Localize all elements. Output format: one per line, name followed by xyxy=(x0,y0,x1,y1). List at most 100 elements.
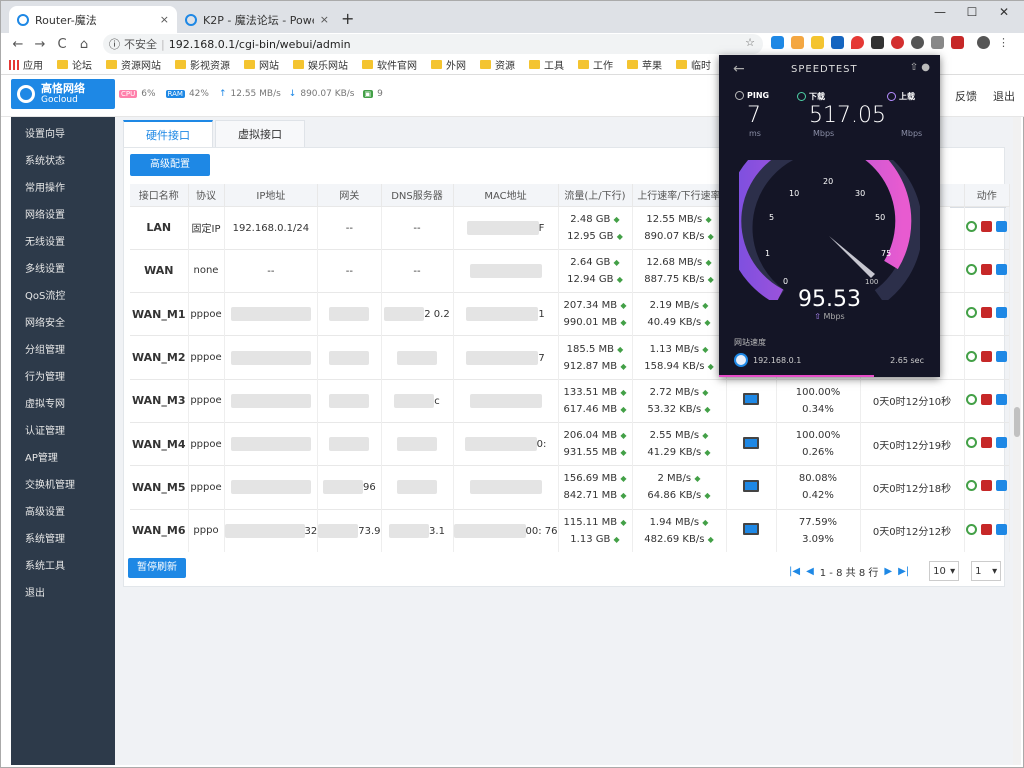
col-mac[interactable]: MAC地址 xyxy=(453,184,559,206)
bookmark-folder[interactable]: 工作 xyxy=(578,57,613,72)
v-extension-icon[interactable] xyxy=(831,36,844,49)
sidebar-item-setup-wizard[interactable]: 设置向导 xyxy=(11,121,115,148)
disconnect-icon[interactable] xyxy=(981,480,993,492)
disconnect-icon[interactable] xyxy=(981,307,993,319)
sidebar-item-security[interactable]: 网络安全 xyxy=(11,310,115,337)
col-protocol[interactable]: 协议 xyxy=(188,184,225,206)
edit-icon[interactable] xyxy=(996,523,1008,535)
monitor-icon[interactable] xyxy=(743,436,759,449)
page-size-select[interactable]: 10 ▾ xyxy=(929,561,960,581)
col-rate[interactable]: 上行速率/下行速率 xyxy=(632,184,727,206)
bookmark-folder[interactable]: 工具 xyxy=(529,57,564,72)
bookmark-folder[interactable]: 临时 xyxy=(676,57,711,72)
bookmark-folder[interactable]: 资源 xyxy=(480,57,515,72)
extension-icon[interactable] xyxy=(931,36,944,49)
tab-close-icon[interactable]: × xyxy=(160,13,169,26)
page-scrollbar[interactable] xyxy=(1013,117,1021,765)
refresh-icon[interactable] xyxy=(966,307,978,319)
advanced-config-button[interactable]: 高级配置 xyxy=(130,154,210,176)
tab-router[interactable]: Router-魔法 × xyxy=(9,6,177,33)
bookmark-folder[interactable]: 外网 xyxy=(431,57,466,72)
sidebar-item-network[interactable]: 网络设置 xyxy=(11,202,115,229)
back-button[interactable]: ← xyxy=(7,37,29,52)
disconnect-icon[interactable] xyxy=(981,350,993,362)
new-tab-button[interactable]: + xyxy=(341,9,354,28)
refresh-icon[interactable] xyxy=(966,263,978,275)
bookmark-folder[interactable]: 苹果 xyxy=(627,57,662,72)
refresh-icon[interactable] xyxy=(966,350,978,362)
maximize-button[interactable]: ☐ xyxy=(957,5,987,19)
disconnect-icon[interactable] xyxy=(981,437,993,449)
info-icon[interactable]: ⓘ xyxy=(109,36,120,52)
bookmark-apps[interactable]: 应用 xyxy=(9,57,43,72)
tab-close-icon[interactable]: × xyxy=(320,13,329,26)
tab-hardware-interface[interactable]: 硬件接口 xyxy=(123,120,213,148)
next-page-icon[interactable]: ▶ xyxy=(884,566,892,577)
sidebar-item-behavior[interactable]: 行为管理 xyxy=(11,364,115,391)
sidebar-item-wireless[interactable]: 无线设置 xyxy=(11,229,115,256)
bookmark-star-icon[interactable]: ☆ xyxy=(745,36,755,49)
refresh-icon[interactable] xyxy=(966,220,978,232)
profile-avatar-icon[interactable] xyxy=(977,36,990,49)
sidebar-item-multiline[interactable]: 多线设置 xyxy=(11,256,115,283)
feedback-link[interactable]: 反馈 xyxy=(955,88,977,104)
sidebar-item-logout[interactable]: 退出 xyxy=(11,580,115,607)
home-button[interactable]: ⌂ xyxy=(73,37,95,52)
bookmark-folder[interactable]: 资源网站 xyxy=(106,57,161,72)
col-dns[interactable]: DNS服务器 xyxy=(381,184,454,206)
edit-icon[interactable] xyxy=(996,393,1008,405)
refresh-icon[interactable] xyxy=(966,480,978,492)
sidebar-item-system-mgmt[interactable]: 系统管理 xyxy=(11,526,115,553)
folder-extension-icon[interactable] xyxy=(811,36,824,49)
page-number-select[interactable]: 1 ▾ xyxy=(971,561,1002,581)
scrollbar-thumb[interactable] xyxy=(1014,407,1020,437)
col-interface[interactable]: 接口名称 xyxy=(130,184,189,206)
bookmark-folder[interactable]: 影视资源 xyxy=(175,57,230,72)
sidebar-item-system-status[interactable]: 系统状态 xyxy=(11,148,115,175)
sidebar-item-advanced[interactable]: 高级设置 xyxy=(11,499,115,526)
col-action[interactable]: 动作 xyxy=(964,184,1010,206)
monitor-icon[interactable] xyxy=(743,393,759,406)
omnibox[interactable]: ⓘ 不安全 | 192.168.0.1/cgi-bin/webui/admin … xyxy=(103,34,763,54)
forward-button[interactable]: → xyxy=(29,37,51,52)
share-user-icon[interactable]: ⇧ ● xyxy=(910,62,930,73)
speedtest-extension-icon[interactable] xyxy=(911,36,924,49)
edit-icon[interactable] xyxy=(996,307,1008,319)
refresh-icon[interactable] xyxy=(966,437,978,449)
bookmark-folder[interactable]: 网站 xyxy=(244,57,279,72)
edit-icon[interactable] xyxy=(996,480,1008,492)
adblock-extension-icon[interactable] xyxy=(891,36,904,49)
refresh-icon[interactable] xyxy=(966,523,978,535)
disconnect-icon[interactable] xyxy=(981,523,993,535)
bookmark-folder[interactable]: 论坛 xyxy=(57,57,92,72)
close-window-button[interactable]: ✕ xyxy=(989,5,1019,19)
calendar-extension-icon[interactable] xyxy=(951,36,964,49)
edit-icon[interactable] xyxy=(996,263,1008,275)
sidebar-item-ap[interactable]: AP管理 xyxy=(11,445,115,472)
col-traffic[interactable]: 流量(上/下行) xyxy=(558,184,633,206)
sidebar-item-system-tools[interactable]: 系统工具 xyxy=(11,553,115,580)
sidebar-item-vpn[interactable]: 虚拟专网 xyxy=(11,391,115,418)
col-gateway[interactable]: 网关 xyxy=(317,184,382,206)
edit-icon[interactable] xyxy=(996,220,1008,232)
pin-extension-icon[interactable] xyxy=(851,36,864,49)
sidebar-item-switch[interactable]: 交换机管理 xyxy=(11,472,115,499)
sidebar-item-auth[interactable]: 认证管理 xyxy=(11,418,115,445)
sidebar-item-groups[interactable]: 分组管理 xyxy=(11,337,115,364)
reload-button[interactable]: C xyxy=(51,37,73,52)
emoji-extension-icon[interactable] xyxy=(791,36,804,49)
translate-extension-icon[interactable] xyxy=(771,36,784,49)
bookmark-folder[interactable]: 软件官网 xyxy=(362,57,417,72)
disconnect-icon[interactable] xyxy=(981,393,993,405)
tab-k2p[interactable]: K2P - 魔法论坛 - Powered by D × xyxy=(177,6,337,33)
col-ip[interactable]: IP地址 xyxy=(224,184,319,206)
edit-icon[interactable] xyxy=(996,437,1008,449)
first-page-icon[interactable]: |◀ xyxy=(789,566,800,577)
prev-page-icon[interactable]: ◀ xyxy=(806,566,814,577)
back-arrow-icon[interactable]: ← xyxy=(733,61,745,77)
pause-refresh-button[interactable]: 暂停刷新 xyxy=(128,558,186,578)
last-page-icon[interactable]: ▶| xyxy=(898,566,909,577)
monitor-icon[interactable] xyxy=(743,523,759,536)
tab-virtual-interface[interactable]: 虚拟接口 xyxy=(215,120,305,148)
bookmark-folder[interactable]: 娱乐网站 xyxy=(293,57,348,72)
